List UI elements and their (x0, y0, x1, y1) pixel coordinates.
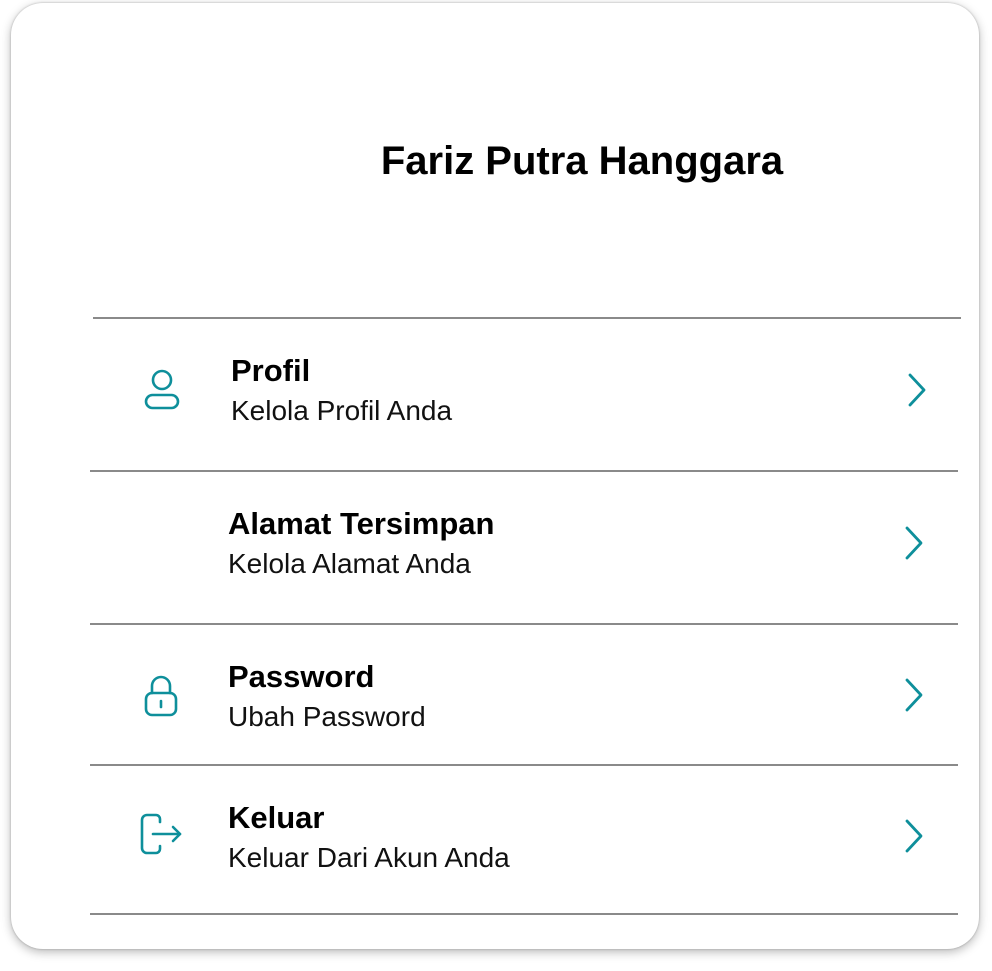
menu-item-title: Profil (231, 353, 311, 388)
menu-item-title: Keluar (228, 800, 325, 835)
divider (90, 913, 958, 915)
user-icon (143, 368, 181, 417)
menu-item-title: Password (228, 659, 375, 694)
menu-item-title: Alamat Tersimpan (228, 506, 495, 541)
menu-item-profil[interactable]: Profil Kelola Profil Anda (90, 319, 956, 470)
profile-name: Fariz Putra Hanggara (380, 139, 784, 183)
chevron-right-icon (902, 677, 926, 718)
menu-item-password[interactable]: Password Ubah Password (90, 625, 956, 764)
chevron-right-icon (905, 372, 929, 413)
account-menu-card: Fariz Putra Hanggara Profil Kelola Profi… (11, 3, 979, 949)
menu-item-subtitle: Keluar Dari Akun Anda (228, 842, 510, 873)
chevron-right-icon (902, 818, 926, 859)
menu-item-subtitle: Kelola Profil Anda (231, 395, 453, 426)
chevron-right-icon (902, 525, 926, 566)
menu-item-keluar[interactable]: Keluar Keluar Dari Akun Anda (90, 766, 956, 913)
menu-item-alamat-tersimpan[interactable]: Alamat Tersimpan Kelola Alamat Anda (90, 472, 956, 623)
menu-item-subtitle: Kelola Alamat Anda (228, 548, 471, 579)
lock-icon (142, 674, 180, 723)
logout-icon (138, 812, 184, 861)
menu-item-subtitle: Ubah Password (228, 701, 426, 732)
